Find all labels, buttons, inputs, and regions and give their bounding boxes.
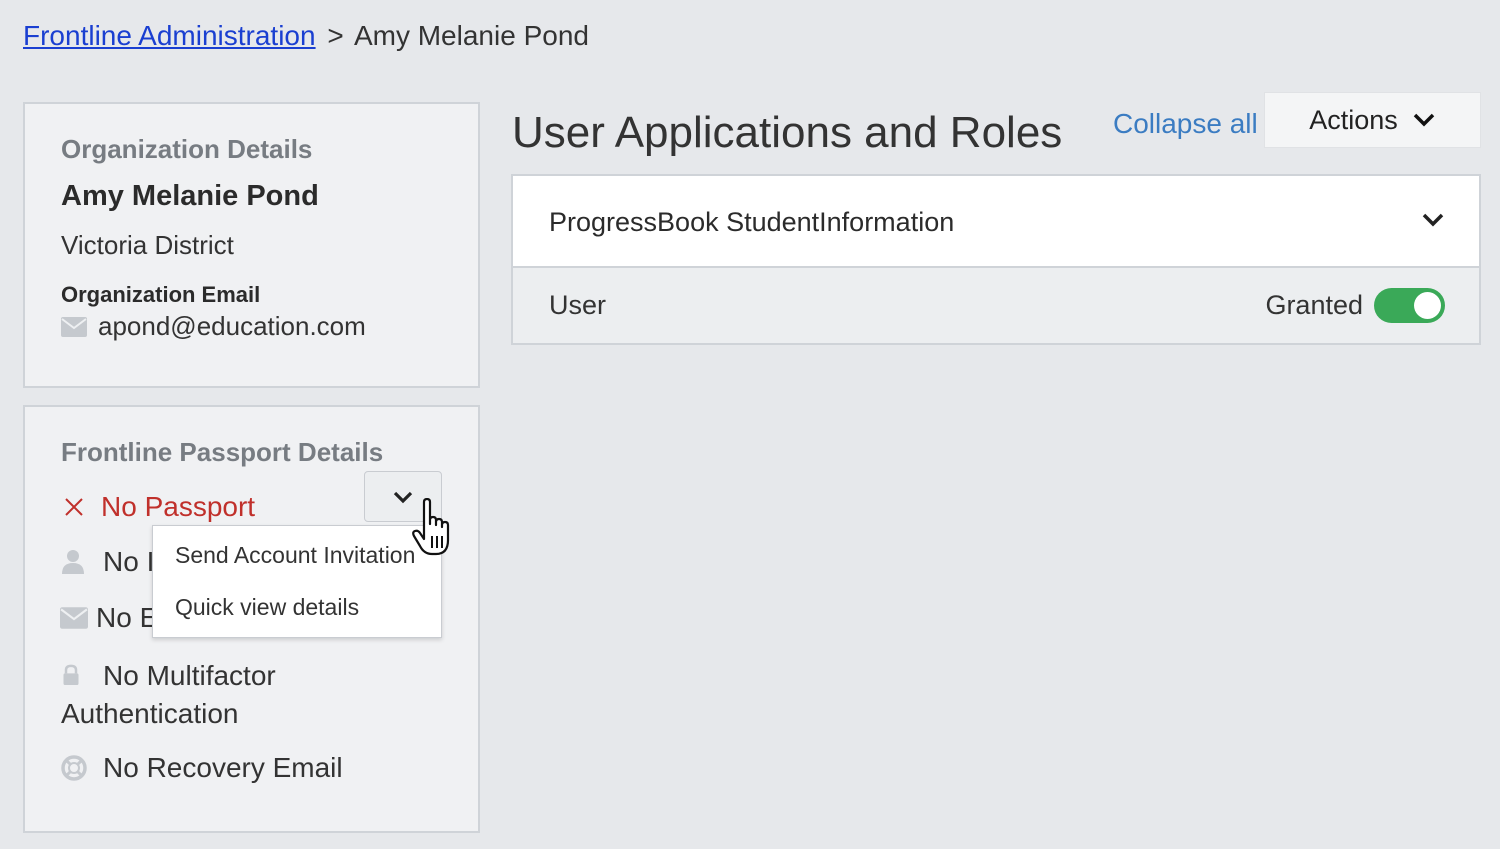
application-name: ProgressBook StudentInformation (549, 207, 955, 237)
organization-email-label: Organization Email (61, 282, 261, 307)
passport-username-text: No I (103, 546, 155, 577)
user-applications-title: User Applications and Roles (512, 108, 1063, 157)
envelope-icon (60, 607, 88, 629)
organization-email-value: apond@education.com (98, 311, 366, 341)
close-x-icon (65, 498, 83, 516)
chevron-down-icon[interactable] (1421, 212, 1445, 228)
passport-details-heading: Frontline Passport Details (61, 437, 384, 467)
organization-details-heading: Organization Details (61, 134, 313, 164)
breadcrumb-link-frontline-administration[interactable]: Frontline Administration (23, 20, 316, 51)
role-status-label: Granted (1265, 290, 1363, 320)
breadcrumb-separator: > (327, 20, 344, 51)
toggle-knob (1414, 292, 1441, 319)
chevron-down-icon (1413, 113, 1435, 127)
passport-status-text: No Passport (101, 491, 256, 522)
passport-username-row: No I (61, 546, 154, 578)
breadcrumb: Frontline Administration > Amy Melanie P… (23, 20, 589, 52)
actions-button[interactable]: Actions (1264, 92, 1481, 148)
role-name: User (549, 290, 607, 320)
district-name: Victoria District (61, 230, 234, 260)
passport-status-row: No Passport (61, 491, 255, 523)
breadcrumb-current: Amy Melanie Pond (353, 20, 589, 51)
lifebuoy-icon (61, 755, 87, 781)
lock-icon (63, 664, 79, 685)
user-full-name: Amy Melanie Pond (61, 180, 319, 212)
menu-item-send-account-invitation[interactable]: Send Account Invitation (175, 542, 415, 569)
passport-mfa-text: No Multifactor Authentication (61, 660, 276, 729)
collapse-all-link[interactable]: Collapse all (1113, 108, 1258, 140)
organization-email-row: apond@education.com (61, 311, 366, 342)
passport-actions-menu: Send Account Invitation Quick view detai… (152, 525, 442, 638)
envelope-icon (61, 316, 87, 337)
passport-email-text: No E (96, 602, 159, 633)
passport-recovery-text: No Recovery Email (103, 752, 343, 783)
menu-item-quick-view-details[interactable]: Quick view details (175, 594, 359, 621)
hand-pointer-cursor-icon (412, 498, 450, 556)
role-row: User Granted (513, 268, 1479, 343)
application-panel: ProgressBook StudentInformation User Gra… (511, 174, 1481, 345)
user-icon (62, 550, 84, 574)
role-granted-toggle[interactable] (1374, 288, 1445, 323)
application-header[interactable]: ProgressBook StudentInformation (513, 176, 1479, 268)
passport-recovery-row: No Recovery Email (61, 752, 343, 784)
passport-mfa-row: No Multifactor Authentication (61, 657, 361, 733)
passport-email-row: No E (60, 602, 158, 634)
actions-button-label: Actions (1309, 104, 1398, 135)
organization-details-card: Organization Details Amy Melanie Pond Vi… (23, 102, 480, 388)
